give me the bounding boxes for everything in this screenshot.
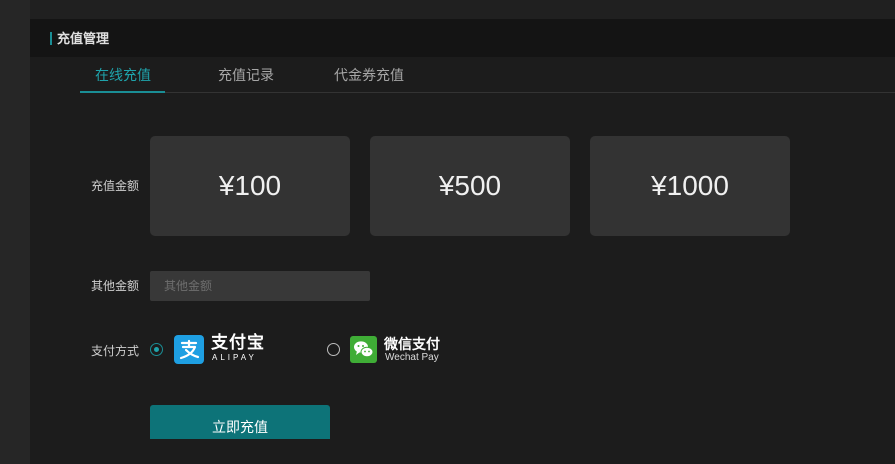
top-strip (30, 0, 895, 19)
amount-label: 充值金额 (91, 179, 140, 193)
main-panel (30, 19, 895, 464)
wechat-icon (350, 336, 377, 363)
amount-option-500[interactable]: ¥500 (370, 136, 570, 236)
other-amount-label: 其他金额 (91, 279, 140, 293)
alipay-sub-label: ALIPAY (212, 353, 257, 362)
wechat-pay-name: 微信支付 (384, 336, 440, 352)
alipay-icon (174, 335, 204, 364)
active-tab-indicator (80, 91, 165, 93)
alipay-radio[interactable] (150, 343, 163, 356)
payment-method-label: 支付方式 (91, 344, 140, 358)
amount-option-1000[interactable]: ¥1000 (590, 136, 790, 236)
wechat-pay-radio[interactable] (327, 343, 340, 356)
tab-online-recharge[interactable]: 在线充值 (95, 65, 151, 85)
tab-recharge-history[interactable]: 充值记录 (218, 65, 274, 85)
tabs-divider (80, 92, 895, 93)
left-sidebar-strip (0, 0, 30, 464)
wechat-pay-sub-label: Wechat Pay (385, 352, 439, 363)
amount-option-100[interactable]: ¥100 (150, 136, 350, 236)
other-amount-input[interactable] (150, 271, 370, 301)
page-title: 充值管理 (57, 31, 110, 46)
alipay-name: 支付宝 (211, 333, 265, 352)
panel-header (30, 19, 895, 57)
tab-voucher-recharge[interactable]: 代金券充值 (334, 65, 404, 85)
recharge-now-button[interactable]: 立即充值 (150, 405, 330, 439)
header-accent-bar (50, 32, 52, 45)
